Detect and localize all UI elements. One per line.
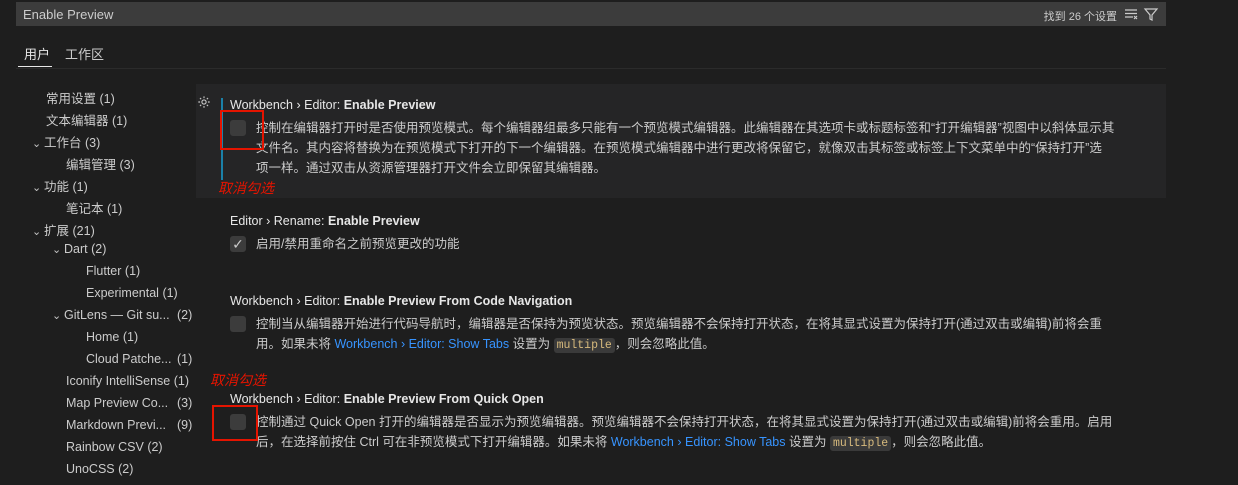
toc-item-commonly-used[interactable]: 常用设置 (1) <box>46 88 115 107</box>
annotation-label: 取消勾选 <box>218 180 274 196</box>
toc-item-rainbow-csv[interactable]: Rainbow CSV (2) <box>66 440 163 454</box>
toc-item-gitlens[interactable]: ⌄ GitLens — Git su... <box>52 308 170 322</box>
clear-filter-icon[interactable] <box>1123 6 1139 22</box>
annotation-box <box>212 405 258 441</box>
setting-description: 启用/禁用重命名之前预览更改的功能 <box>256 237 460 251</box>
toc-item-unocss[interactable]: UnoCSS (2) <box>66 462 133 476</box>
chevron-down-icon: ⌄ <box>52 244 62 256</box>
setting-description: 控制通过 Quick Open 打开的编辑器是否显示为预览编辑器。预览编辑器不会… <box>256 415 1113 451</box>
check-icon: ✓ <box>232 236 244 252</box>
settings-search-box[interactable]: 找到 26 个设置 <box>16 2 1166 26</box>
toc-item-editor-management[interactable]: 编辑管理 (3) <box>66 154 135 173</box>
header-divider <box>16 68 1166 69</box>
toc-item-cloud-patches-count: (1) <box>177 352 193 366</box>
toc-item-cloud-patches[interactable]: Cloud Patche... <box>86 352 171 366</box>
annotation-box <box>220 110 264 150</box>
toc-item-flutter[interactable]: Flutter (1) <box>86 264 140 278</box>
gear-icon[interactable] <box>197 95 211 109</box>
toc-item-workbench[interactable]: ⌄ 工作台 (3) <box>32 132 100 151</box>
toc-item-extensions[interactable]: ⌄ 扩展 (21) <box>32 220 95 239</box>
toc-item-map-preview[interactable]: Map Preview Co... <box>66 396 168 410</box>
filter-icon[interactable] <box>1143 6 1159 22</box>
show-tabs-link[interactable]: Workbench › Editor: Show Tabs <box>611 435 786 449</box>
toc-item-markdown-preview[interactable]: Markdown Previ... <box>66 418 166 432</box>
annotation-label: 取消勾选 <box>210 372 266 388</box>
toc-item-features[interactable]: ⌄ 功能 (1) <box>32 176 88 195</box>
toc-item-map-preview-count: (3) <box>177 396 193 410</box>
enable-preview-code-navigation-checkbox[interactable] <box>230 316 246 332</box>
chevron-down-icon: ⌄ <box>32 226 42 238</box>
toc-item-gitlens-count: (2) <box>177 308 193 322</box>
show-tabs-link[interactable]: Workbench › Editor: Show Tabs <box>334 337 509 351</box>
code-value: multiple <box>829 436 892 451</box>
active-tab-indicator <box>18 66 52 67</box>
chevron-down-icon: ⌄ <box>32 138 42 150</box>
chevron-down-icon: ⌄ <box>52 310 62 322</box>
code-value: multiple <box>553 338 615 353</box>
tab-user[interactable]: 用户 <box>24 44 50 63</box>
rename-enable-preview-checkbox[interactable]: ✓ <box>230 236 246 252</box>
setting-title: Workbench › Editor: Enable Preview From … <box>230 392 544 406</box>
setting-title: Workbench › Editor: Enable Preview From … <box>230 294 573 308</box>
toc-item-experimental[interactable]: Experimental (1) <box>86 286 178 300</box>
toc-item-dart[interactable]: ⌄ Dart (2) <box>52 242 106 256</box>
setting-description: 控制当从编辑器开始进行代码导航时，编辑器是否保持为预览状态。预览编辑器不会保持打… <box>256 317 1102 353</box>
tab-workspace[interactable]: 工作区 <box>65 44 104 63</box>
toc-item-text-editor[interactable]: 文本编辑器 (1) <box>46 110 127 129</box>
toc-item-markdown-preview-count: (9) <box>177 418 193 432</box>
setting-description: 控制在编辑器打开时是否使用预览模式。每个编辑器组最多只能有一个预览模式编辑器。此… <box>256 121 1115 175</box>
toc-item-notebook[interactable]: 笔记本 (1) <box>66 198 122 217</box>
search-result-count: 找到 26 个设置 <box>1043 11 1117 23</box>
chevron-down-icon: ⌄ <box>32 182 42 194</box>
toc-item-home[interactable]: Home (1) <box>86 330 138 344</box>
toc-item-iconify[interactable]: Iconify IntelliSense (1) <box>66 374 189 388</box>
search-input[interactable] <box>23 3 923 25</box>
setting-title: Editor › Rename: Enable Preview <box>230 214 420 228</box>
